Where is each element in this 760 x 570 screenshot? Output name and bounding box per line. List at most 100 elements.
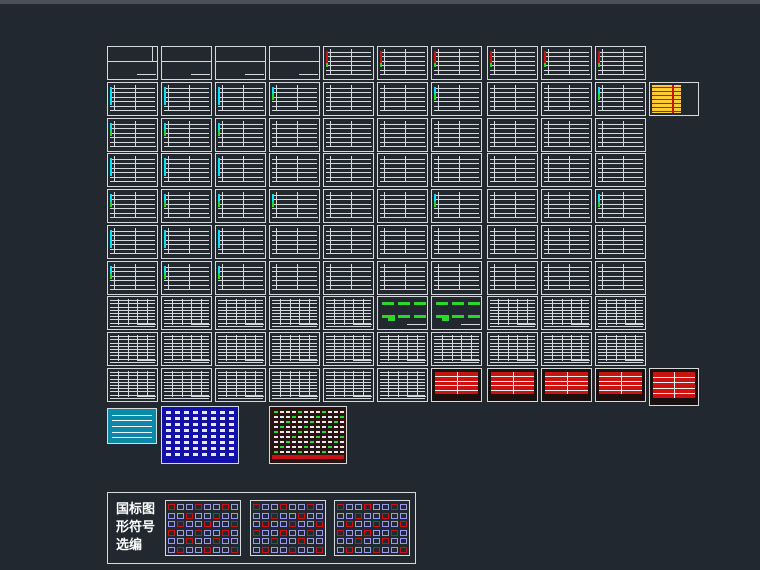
drawing-sheet[interactable] bbox=[377, 118, 428, 152]
drawing-sheet[interactable] bbox=[215, 118, 266, 152]
drawing-sheet[interactable] bbox=[107, 296, 158, 330]
drawing-sheet[interactable] bbox=[595, 118, 646, 152]
drawing-sheet[interactable] bbox=[487, 153, 538, 187]
drawing-sheet[interactable] bbox=[541, 368, 592, 402]
drawing-sheet[interactable] bbox=[161, 118, 212, 152]
drawing-sheet[interactable] bbox=[215, 368, 266, 402]
drawing-sheet[interactable] bbox=[431, 368, 482, 402]
drawing-sheet[interactable] bbox=[107, 261, 158, 295]
drawing-sheet[interactable] bbox=[541, 118, 592, 152]
drawing-sheet[interactable] bbox=[107, 189, 158, 223]
drawing-sheet[interactable] bbox=[269, 118, 320, 152]
drawing-sheet[interactable] bbox=[595, 82, 646, 116]
drawing-sheet[interactable] bbox=[215, 189, 266, 223]
drawing-sheet[interactable] bbox=[269, 46, 320, 80]
drawing-sheet[interactable] bbox=[161, 153, 212, 187]
drawing-sheet[interactable] bbox=[541, 82, 592, 116]
drawing-sheet[interactable] bbox=[107, 225, 158, 259]
drawing-sheet[interactable] bbox=[377, 261, 428, 295]
drawing-sheet[interactable] bbox=[431, 332, 482, 366]
drawing-sheet[interactable] bbox=[487, 261, 538, 295]
drawing-sheet[interactable] bbox=[269, 406, 347, 464]
drawing-sheet[interactable] bbox=[323, 225, 374, 259]
drawing-sheet[interactable] bbox=[107, 332, 158, 366]
drawing-sheet[interactable] bbox=[377, 332, 428, 366]
drawing-sheet[interactable] bbox=[107, 408, 157, 444]
drawing-sheet[interactable] bbox=[161, 46, 212, 80]
drawing-sheet[interactable] bbox=[377, 296, 428, 330]
drawing-sheet[interactable] bbox=[161, 296, 212, 330]
drawing-sheet[interactable] bbox=[215, 332, 266, 366]
drawing-sheet[interactable] bbox=[487, 118, 538, 152]
drawing-sheet[interactable] bbox=[107, 118, 158, 152]
drawing-sheet[interactable] bbox=[377, 82, 428, 116]
drawing-sheet[interactable] bbox=[215, 153, 266, 187]
drawing-sheet[interactable] bbox=[107, 82, 158, 116]
drawing-sheet[interactable] bbox=[541, 296, 592, 330]
drawing-sheet[interactable] bbox=[541, 189, 592, 223]
drawing-sheet[interactable] bbox=[541, 46, 592, 80]
legend-symbol-sheet[interactable] bbox=[165, 500, 241, 556]
drawing-sheet[interactable] bbox=[161, 225, 212, 259]
drawing-sheet[interactable] bbox=[431, 82, 482, 116]
drawing-sheet[interactable] bbox=[377, 153, 428, 187]
drawing-sheet[interactable] bbox=[487, 82, 538, 116]
drawing-sheet[interactable] bbox=[595, 153, 646, 187]
drawing-sheet[interactable] bbox=[595, 261, 646, 295]
drawing-sheet[interactable] bbox=[541, 153, 592, 187]
drawing-sheet[interactable] bbox=[269, 153, 320, 187]
drawing-sheet[interactable] bbox=[215, 82, 266, 116]
drawing-sheet[interactable] bbox=[161, 332, 212, 366]
drawing-sheet[interactable] bbox=[649, 368, 699, 406]
cad-model-space[interactable]: 国标图 形符号 选编 bbox=[0, 4, 760, 570]
drawing-sheet[interactable] bbox=[107, 368, 158, 402]
drawing-sheet[interactable] bbox=[487, 189, 538, 223]
drawing-sheet[interactable] bbox=[269, 189, 320, 223]
drawing-sheet[interactable] bbox=[323, 332, 374, 366]
drawing-sheet[interactable] bbox=[487, 368, 538, 402]
drawing-sheet[interactable] bbox=[541, 261, 592, 295]
drawing-sheet[interactable] bbox=[541, 332, 592, 366]
drawing-sheet[interactable] bbox=[269, 332, 320, 366]
drawing-sheet[interactable] bbox=[377, 46, 428, 80]
drawing-sheet[interactable] bbox=[107, 153, 158, 187]
drawing-sheet[interactable] bbox=[107, 46, 158, 80]
drawing-sheet[interactable] bbox=[541, 225, 592, 259]
drawing-sheet[interactable] bbox=[487, 46, 538, 80]
drawing-sheet[interactable] bbox=[377, 225, 428, 259]
drawing-sheet[interactable] bbox=[323, 82, 374, 116]
drawing-sheet[interactable] bbox=[431, 46, 482, 80]
drawing-sheet[interactable] bbox=[215, 225, 266, 259]
drawing-sheet[interactable] bbox=[377, 368, 428, 402]
drawing-sheet[interactable] bbox=[269, 225, 320, 259]
drawing-sheet[interactable] bbox=[487, 296, 538, 330]
drawing-sheet[interactable] bbox=[269, 296, 320, 330]
drawing-sheet[interactable] bbox=[431, 261, 482, 295]
drawing-sheet[interactable] bbox=[269, 82, 320, 116]
drawing-sheet[interactable] bbox=[323, 368, 374, 402]
drawing-sheet[interactable] bbox=[595, 46, 646, 80]
drawing-sheet[interactable] bbox=[323, 189, 374, 223]
drawing-sheet[interactable] bbox=[161, 82, 212, 116]
drawing-sheet[interactable] bbox=[595, 225, 646, 259]
drawing-sheet[interactable] bbox=[431, 225, 482, 259]
drawing-sheet[interactable] bbox=[595, 296, 646, 330]
drawing-sheet[interactable] bbox=[487, 332, 538, 366]
legend-symbol-sheet[interactable] bbox=[334, 500, 410, 556]
drawing-sheet[interactable] bbox=[323, 46, 374, 80]
drawing-sheet[interactable] bbox=[323, 118, 374, 152]
drawing-sheet[interactable] bbox=[431, 153, 482, 187]
drawing-sheet[interactable] bbox=[323, 296, 374, 330]
drawing-sheet[interactable] bbox=[377, 189, 428, 223]
drawing-sheet[interactable] bbox=[323, 261, 374, 295]
drawing-sheet[interactable] bbox=[215, 296, 266, 330]
legend-symbol-sheet[interactable] bbox=[250, 500, 326, 556]
legend-panel[interactable]: 国标图 形符号 选编 bbox=[107, 492, 416, 564]
drawing-sheet[interactable] bbox=[215, 46, 266, 80]
drawing-sheet[interactable] bbox=[161, 189, 212, 223]
drawing-sheet[interactable] bbox=[487, 225, 538, 259]
drawing-sheet[interactable] bbox=[161, 406, 239, 464]
drawing-sheet[interactable] bbox=[269, 261, 320, 295]
drawing-sheet[interactable] bbox=[215, 261, 266, 295]
drawing-sheet[interactable] bbox=[595, 189, 646, 223]
